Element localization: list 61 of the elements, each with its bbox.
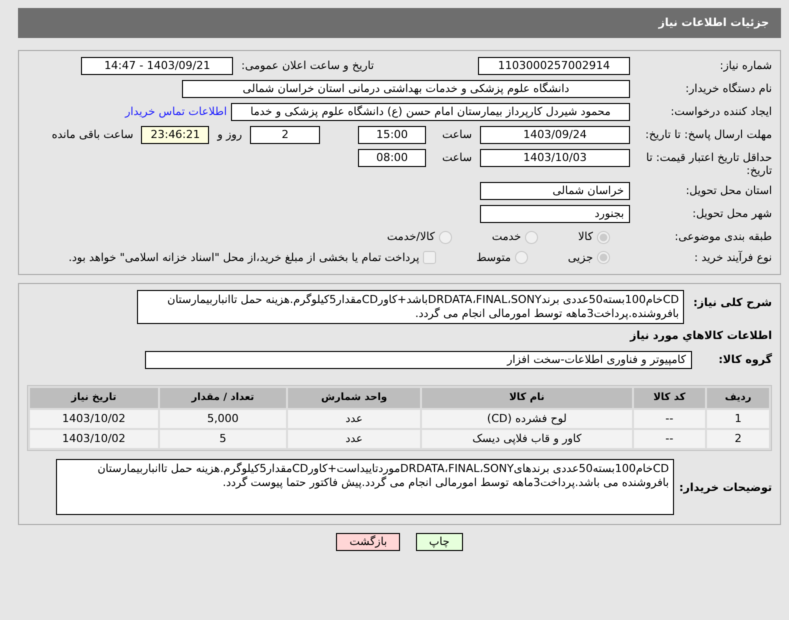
location-field: بجنورد xyxy=(480,205,630,224)
location-field: خراسان شمالی xyxy=(480,182,630,200)
field-label: نام دستگاه خریدار: xyxy=(684,80,772,95)
field-label: استان محل تحویل: xyxy=(684,183,772,198)
column-header: ردیف xyxy=(707,388,769,408)
table-cell: عدد xyxy=(288,410,420,428)
need-number-field: 1103000257002914 xyxy=(478,56,630,75)
field-label: ایجاد کننده درخواست: xyxy=(670,104,772,118)
table-cell: -- xyxy=(634,430,706,448)
goods-group-field: کامپیوتر و فناوری اطلاعات-سخت افزار xyxy=(145,350,692,369)
page-header: جزئیات اطلاعات نیاز xyxy=(18,8,781,38)
table-cell: 1 xyxy=(707,410,769,428)
time-label: ساعت xyxy=(442,150,472,164)
date-field: 1403/10/03 xyxy=(480,148,630,167)
table-cell: 5,000 xyxy=(160,410,286,428)
buyer-org-field: دانشگاه علوم پزشکی و خدمات بهداشتی درمانی استان خراسان شمالی xyxy=(182,80,630,98)
contact-link[interactable]: اطلاعات تماس خریدار xyxy=(125,102,227,118)
section-heading: اطلاعات کالاهاي مورد نياز xyxy=(630,329,772,343)
radio-label: خدمت xyxy=(492,230,522,244)
days-label: روز و xyxy=(217,126,242,142)
column-header: واحد شمارش xyxy=(288,388,420,408)
column-header: تاریخ نیاز xyxy=(30,388,158,408)
announce-date-field: 1403/09/21 - 14:47 xyxy=(81,56,234,75)
remaining-label: ساعت باقی مانده xyxy=(52,126,134,142)
field-label: حداقل تاریخ اعتبار قیمت: تا تاریخ: xyxy=(645,150,772,178)
field-label: گروه کالا: xyxy=(717,352,772,366)
summary-field: CDخام100بسته50عددی برندDRDATA،FINAL،SONYباشد+کاورCDمقدار5کیلوگرم.هزینه حمل تاانباربیمارستان بافروشنده.پرداخت3ماهه توسط امورمالی انجام می گردد. xyxy=(137,290,684,324)
time-field: 08:00 xyxy=(358,148,426,167)
table-cell: 1403/10/02 xyxy=(30,430,158,448)
field-label: نوع فرآیند خرید : xyxy=(693,250,772,264)
days-field: 2 xyxy=(250,126,320,144)
buyer-notes-field: CDخام100بسته50عددی برندهایDRDATA،FINAL،SONYموردتاییداست+کاورCDمقدار5کیلوگرم.هزینه حمل تاانباربیمارستان بافروشنده می باشد.پرداخت3ماهه توسط امورمالی انجام می گردد.پیش فاکتور حتما پیوست گردد. xyxy=(56,458,674,515)
time-field: 15:00 xyxy=(358,126,426,144)
field-label: تاریخ و ساعت اعلان عمومی: xyxy=(241,58,374,72)
remaining-time-field: 23:46:21 xyxy=(141,126,210,144)
radio-label: کالا xyxy=(578,230,593,244)
radio-label: متوسط xyxy=(476,250,511,265)
table-cell: لوح فشرده (CD) xyxy=(422,410,632,428)
radio-label: کالا/خدمت xyxy=(387,230,435,244)
column-header: نام کالا xyxy=(422,388,632,408)
requester-field: محمود شیردل کارپرداز بیمارستان امام حسن (ع) دانشگاه علوم پزشکی و خدما xyxy=(231,102,630,121)
field-label: توضیحات خریدار: xyxy=(678,480,772,495)
field-label: طبقه بندی موضوعی: xyxy=(674,229,772,244)
print-button[interactable]: چاپ xyxy=(416,532,463,551)
table-cell: 5 xyxy=(160,430,286,448)
field-label: مهلت ارسال پاسخ: تا تاریخ: xyxy=(644,126,772,141)
column-header: کد کالا xyxy=(634,388,706,408)
table-cell: -- xyxy=(634,410,706,428)
field-label: شرح کلی نیاز: xyxy=(692,294,772,309)
field-label: شهر محل تحویل: xyxy=(691,206,772,220)
table-cell: 1403/10/02 xyxy=(30,410,158,428)
time-label: ساعت xyxy=(442,126,472,142)
date-field: 1403/09/24 xyxy=(480,126,630,144)
checkbox-label: پرداخت تمام یا بخشی از مبلغ خرید،از محل "اسناد خزانه اسلامی" خواهد بود. xyxy=(68,250,420,265)
back-button[interactable]: بازگشت xyxy=(336,532,400,551)
table-cell: 2 xyxy=(707,430,769,448)
table-cell: کاور و قاب فلاپی دیسک xyxy=(422,430,632,448)
field-label: شماره نیاز: xyxy=(718,58,772,72)
table-cell: عدد xyxy=(288,430,420,448)
radio-label: جزیی xyxy=(568,250,593,265)
column-header: تعداد / مقدار xyxy=(160,388,286,408)
